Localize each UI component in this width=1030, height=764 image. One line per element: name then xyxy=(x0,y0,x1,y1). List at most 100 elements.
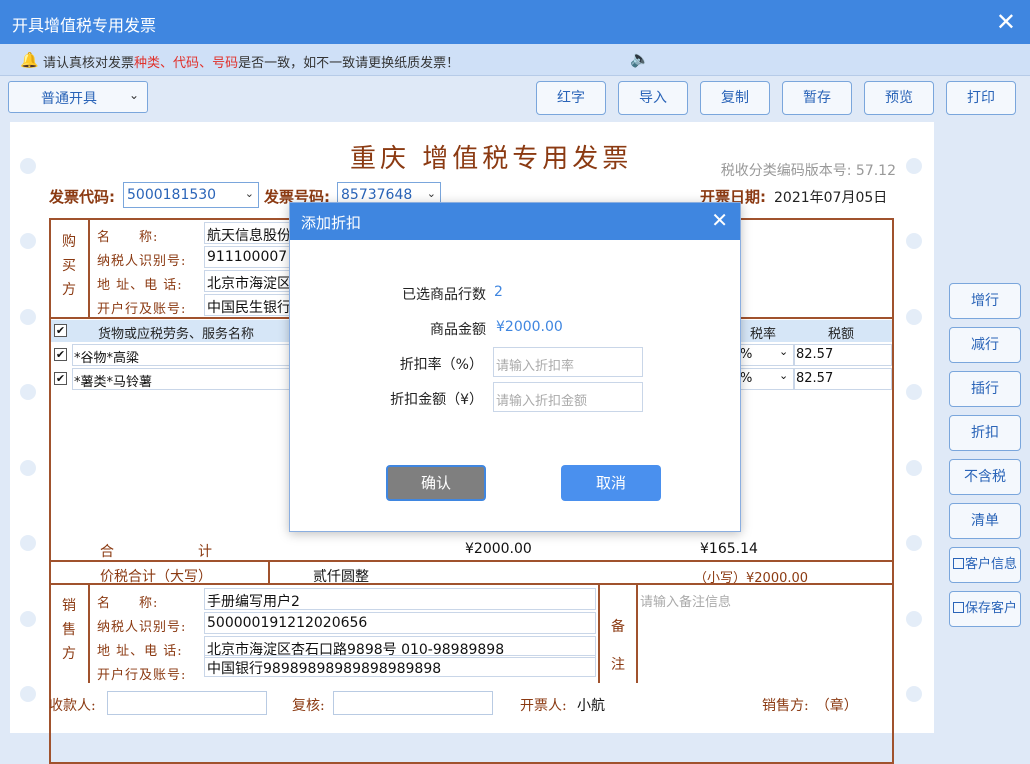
binding-hole xyxy=(906,535,922,551)
bell-icon: 🔔 xyxy=(20,51,39,69)
tax-exclusive-button[interactable]: 不含税 xyxy=(949,459,1021,495)
chevron-down-icon: ⌄ xyxy=(779,345,789,358)
binding-hole xyxy=(906,158,922,174)
list-button[interactable]: 清单 xyxy=(949,503,1021,539)
seller-bank-field[interactable]: 中国银行98989898989898989898 xyxy=(204,655,596,677)
remark-side-label: 备 注 xyxy=(607,608,629,684)
buyer-divider xyxy=(88,218,90,318)
drawer-value: 小航 xyxy=(577,698,605,714)
window-title: 开具增值税专用发票 xyxy=(12,16,157,35)
invoice-code-select[interactable]: 5000181530 ⌄ xyxy=(123,182,259,208)
binding-hole xyxy=(20,384,36,400)
buyer-tax-label: 纳税人识别号: xyxy=(97,254,187,269)
seller-name-field[interactable]: 手册编写用户2 xyxy=(204,588,596,610)
tax-code-version: 税收分类编码版本号: 57.12 xyxy=(720,163,896,179)
invoice-number-value: 85737648 xyxy=(341,187,413,203)
tax-rate-header: 税率 xyxy=(750,327,777,342)
seller-tax-label: 纳税人识别号: xyxy=(97,620,187,635)
goods-name-value: *薯类*马铃薯 xyxy=(74,375,153,390)
buyer-name-field[interactable]: 航天信息股份 xyxy=(204,222,294,244)
dialog-title: 添加折扣 xyxy=(301,214,362,232)
save-customer-label: 保存客户 xyxy=(964,601,1017,616)
preview-button[interactable]: 预览 xyxy=(864,81,934,115)
issue-mode-value: 普通开具 xyxy=(41,91,97,107)
speaker-icon[interactable]: 🔈 xyxy=(630,49,650,68)
tax-rate-value: % xyxy=(740,371,753,386)
close-icon[interactable]: ✕ xyxy=(996,8,1016,36)
notice-message: 请认真核对发票种类、代码、号码是否一致，如不一致请更换纸质发票！ xyxy=(43,52,459,71)
buyer-side-char: 购 xyxy=(62,234,76,250)
binding-hole xyxy=(20,233,36,249)
customer-info-button[interactable]: 客户信息 xyxy=(949,547,1021,583)
print-button[interactable]: 打印 xyxy=(946,81,1016,115)
binding-hole xyxy=(906,686,922,702)
binding-hole xyxy=(20,611,36,627)
tax-amount-value: 82.57 xyxy=(796,371,834,386)
remark-divider xyxy=(598,583,600,683)
grand-divider xyxy=(268,560,270,584)
notice-sep: 、 xyxy=(199,56,213,71)
row-checkbox[interactable]: ✔ xyxy=(54,372,67,385)
binding-hole xyxy=(20,158,36,174)
binding-hole xyxy=(20,309,36,325)
delete-row-button[interactable]: 减行 xyxy=(949,327,1021,363)
save-customer-button[interactable]: 保存客户 xyxy=(949,591,1021,627)
discount-amount-input[interactable]: 请输入折扣金额 xyxy=(493,382,643,412)
reviewer-input[interactable] xyxy=(333,691,493,715)
red-invoice-button[interactable]: 红字 xyxy=(536,81,606,115)
goods-amount-value: ¥2000.00 xyxy=(496,319,563,335)
issue-mode-select[interactable]: 普通开具 ⌄ xyxy=(8,81,148,113)
selected-rows-value: 2 xyxy=(494,284,503,300)
close-icon[interactable]: ✕ xyxy=(711,208,728,232)
buyer-side-char: 方 xyxy=(62,282,76,298)
invoice-number-select[interactable]: 85737648 ⌄ xyxy=(337,182,441,204)
discount-rate-input[interactable]: 请输入折扣率 xyxy=(493,347,643,377)
goods-name-header: 货物或应税劳务、服务名称 xyxy=(98,327,255,342)
seller-side-char: 售 xyxy=(62,622,76,638)
buyer-side-char: 买 xyxy=(62,258,76,274)
remark-input[interactable]: 请输入备注信息 xyxy=(640,591,731,610)
row-checkbox[interactable]: ✔ xyxy=(54,348,67,361)
discount-rate-label: 折扣率（%） xyxy=(399,357,483,373)
total-label: 合 计 xyxy=(100,544,212,560)
cancel-button[interactable]: 取消 xyxy=(561,465,661,501)
binding-hole xyxy=(20,535,36,551)
window-titlebar: 开具增值税专用发票 ✕ xyxy=(0,0,1030,44)
total-tax: ¥165.14 xyxy=(700,541,758,557)
select-all-checkbox[interactable]: ✔ xyxy=(54,324,67,337)
invoice-title: 重庆 增值税专用发票 xyxy=(350,144,633,174)
checkbox-icon xyxy=(952,558,964,569)
buyer-name-label: 名 称: xyxy=(97,230,159,245)
seller-stamp-label: 销售方: （章） xyxy=(762,698,858,714)
binding-hole xyxy=(906,233,922,249)
tax-rate-value: % xyxy=(740,347,753,362)
tax-amount-header: 税额 xyxy=(828,327,855,342)
add-row-button[interactable]: 增行 xyxy=(949,283,1021,319)
notice-suffix: 是否一致，如不一致请更换纸质发票！ xyxy=(238,56,460,71)
import-button[interactable]: 导入 xyxy=(618,81,688,115)
notice-sep: 、 xyxy=(160,56,174,71)
chevron-down-icon: ⌄ xyxy=(244,187,254,200)
discount-amount-label: 折扣金额（¥） xyxy=(390,392,483,408)
seller-tax-field[interactable]: 500000191212020656 xyxy=(204,612,596,634)
copy-button[interactable]: 复制 xyxy=(700,81,770,115)
buyer-tax-field[interactable]: 911100007 xyxy=(204,246,294,268)
chevron-down-icon: ⌄ xyxy=(426,187,436,200)
notice-prefix: 请认真核对发票 xyxy=(43,56,135,71)
save-draft-button[interactable]: 暂存 xyxy=(782,81,852,115)
binding-hole xyxy=(906,384,922,400)
insert-row-button[interactable]: 插行 xyxy=(949,371,1021,407)
invoice-code-label: 发票代码: xyxy=(49,188,115,206)
section-divider xyxy=(49,560,894,562)
payee-input[interactable] xyxy=(107,691,267,715)
discount-button[interactable]: 折扣 xyxy=(949,415,1021,451)
drawer-label: 开票人: xyxy=(520,698,567,714)
seller-side-char: 销 xyxy=(62,598,76,614)
remark-side-char: 备 xyxy=(611,619,625,635)
confirm-button[interactable]: 确认 xyxy=(386,465,486,501)
customer-info-label: 客户信息 xyxy=(964,557,1017,572)
issue-date-value: 2021年07月05日 xyxy=(774,190,888,206)
buyer-addr-field[interactable]: 北京市海淀区 xyxy=(204,270,294,292)
buyer-bank-field[interactable]: 中国民生银行 xyxy=(204,294,294,316)
toolbar: 普通开具 ⌄ 红字 导入 复制 暂存 预览 打印 xyxy=(0,76,1030,120)
